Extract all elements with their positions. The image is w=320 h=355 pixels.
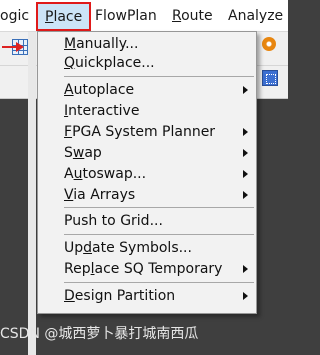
orange-target-icon[interactable] <box>262 37 276 51</box>
menu-item-autoplace[interactable]: Autoplace <box>64 80 248 100</box>
menu-separator <box>64 282 254 283</box>
label-post: uickplace... <box>75 55 155 71</box>
label-pre: S <box>64 145 73 161</box>
label-accel: w <box>72 145 85 161</box>
menu-separator <box>64 234 254 235</box>
menu-logic[interactable]: ogic <box>0 7 29 25</box>
label-post: anually... <box>76 36 139 52</box>
menu-item-via-arrays[interactable]: Via Arrays <box>64 185 248 205</box>
submenu-arrow-icon <box>243 86 248 94</box>
label-post: esign Partition <box>74 288 176 304</box>
label-post: utoplace <box>73 82 135 98</box>
label-accel: V <box>64 187 74 203</box>
menu-separator <box>64 76 254 77</box>
menu-flowplan[interactable]: FlowPlan <box>95 7 157 25</box>
label-post: ate Symbols... <box>92 240 192 256</box>
label-accel: D <box>64 288 75 304</box>
label-post: ap <box>84 145 102 161</box>
label-accel: F <box>64 124 73 140</box>
watermark-text: CSDN @城西萝卜暴打城南西瓜 <box>0 326 199 342</box>
menu-route-accel: R <box>172 8 182 24</box>
menu-item-interactive[interactable]: Interactive <box>64 101 248 121</box>
menu-bar: ogic Place FlowPlan Route Analyze <box>0 0 288 32</box>
label-accel: d <box>83 240 93 256</box>
label-accel: A <box>64 82 74 98</box>
menu-item-fpga-system-planner[interactable]: FPGA System Planner <box>64 122 248 142</box>
submenu-arrow-icon <box>243 191 248 199</box>
menu-item-autoswap[interactable]: Autoswap... <box>64 164 248 184</box>
menu-place[interactable]: Place <box>36 2 92 31</box>
label-post: nteractive <box>68 103 140 119</box>
menu-item-swap[interactable]: Swap <box>64 143 248 163</box>
submenu-arrow-icon <box>243 128 248 136</box>
submenu-arrow-icon <box>243 265 248 273</box>
submenu-arrow-icon <box>243 149 248 157</box>
menu-item-update-symbols[interactable]: Update Symbols... <box>64 238 248 258</box>
menu-gutter <box>28 32 36 355</box>
label-post: ace SQ Temporary <box>94 261 223 277</box>
menu-item-push-to-grid[interactable]: Push to Grid... <box>64 211 248 231</box>
menu-item-manually[interactable]: Manually... <box>64 34 248 54</box>
menu-route[interactable]: Route <box>172 7 213 25</box>
place-dropdown-menu: Manually... Quickplace... Autoplace Inte… <box>37 31 257 314</box>
menu-place-rest: lace <box>53 9 83 25</box>
submenu-arrow-icon <box>243 292 248 300</box>
red-arrow-icon[interactable] <box>2 40 28 54</box>
menu-separator <box>64 207 254 208</box>
label-pre: Rep <box>64 261 91 277</box>
label-post: ia Arrays <box>73 187 136 203</box>
blue-select-icon[interactable] <box>262 70 278 86</box>
label-accel: M <box>64 36 77 52</box>
menu-analyze[interactable]: Analyze <box>228 7 283 25</box>
label-pre: Up <box>64 240 84 256</box>
label-pre: A <box>64 166 74 182</box>
menu-item-design-partition[interactable]: Design Partition <box>64 286 248 306</box>
label-post: PGA System Planner <box>72 124 216 140</box>
label-accel: Q <box>64 55 76 71</box>
menu-item-quickplace[interactable]: Quickplace... <box>64 53 248 73</box>
menu-route-rest: oute <box>181 8 213 24</box>
label-pre: Push to Grid... <box>64 213 163 229</box>
submenu-arrow-icon <box>243 170 248 178</box>
label-post: toswap... <box>82 166 147 182</box>
menu-item-replace-sq-temporary[interactable]: Replace SQ Temporary <box>64 259 248 279</box>
